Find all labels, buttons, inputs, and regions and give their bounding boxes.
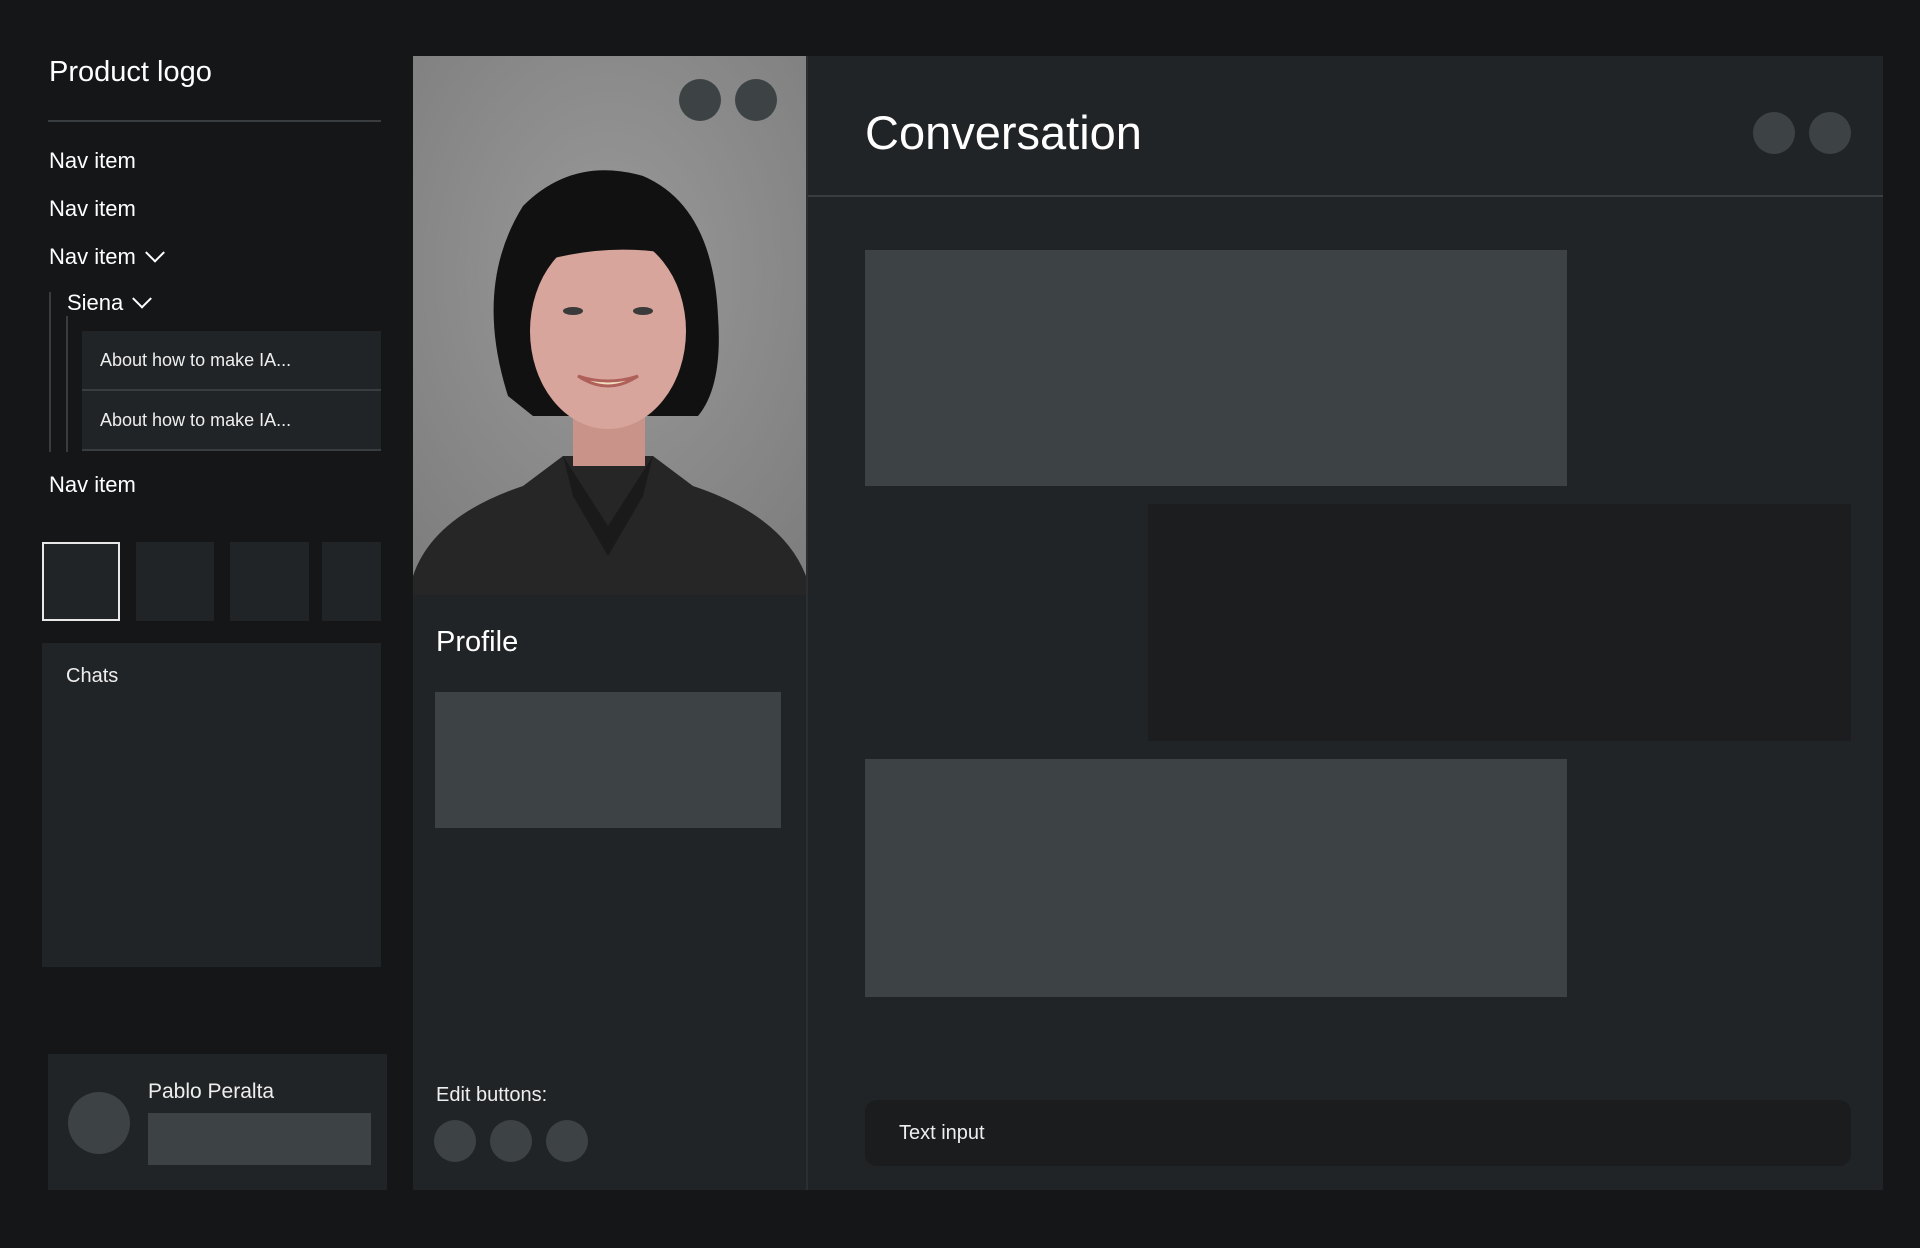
chevron-down-icon [132, 288, 153, 309]
nav-item-label: Nav item [49, 148, 136, 173]
thumbnail-selected[interactable] [42, 542, 120, 621]
tree-line [49, 292, 51, 452]
user-name: Pablo Peralta [148, 1080, 275, 1103]
edit-buttons-label: Edit buttons: [436, 1084, 548, 1106]
message-bubble-incoming [865, 250, 1567, 486]
message-input[interactable]: Text input [865, 1100, 1851, 1166]
profile-panel: Profile Edit buttons: [413, 56, 806, 1190]
chat-item[interactable]: About how to make IA... [82, 391, 381, 451]
edit-button[interactable] [546, 1120, 588, 1162]
conversation-panel: Conversation Text input [806, 56, 1883, 1190]
product-logo[interactable]: Product logo [49, 56, 212, 89]
nav-group-label: Siena [67, 290, 124, 315]
nav-item-4[interactable]: Nav item [49, 472, 136, 498]
tree-line [66, 316, 68, 452]
thumbnail[interactable] [136, 542, 214, 621]
photo-action-button[interactable] [679, 79, 721, 121]
chevron-down-icon [144, 242, 165, 263]
edit-button[interactable] [434, 1120, 476, 1162]
thumbnail[interactable] [230, 542, 309, 621]
user-placeholder [148, 1113, 371, 1165]
avatar-photo [413, 56, 806, 595]
user-card[interactable]: Pablo Peralta [48, 1054, 387, 1190]
avatar [68, 1092, 130, 1154]
nav-item-1[interactable]: Nav item [49, 148, 136, 174]
nav-item-label: Nav item [49, 196, 136, 221]
chats-panel: Chats [42, 643, 381, 967]
message-bubble-outgoing [1148, 504, 1851, 741]
header-action-button[interactable] [1809, 112, 1851, 154]
message-bubble-incoming [865, 759, 1567, 997]
nav-item-label: Nav item [49, 244, 136, 269]
photo-action-button[interactable] [735, 79, 777, 121]
thumbnail[interactable] [322, 542, 381, 621]
person-image [413, 56, 806, 595]
nav-group-siena[interactable]: Siena [67, 288, 153, 316]
profile-heading: Profile [436, 626, 519, 658]
edit-button[interactable] [490, 1120, 532, 1162]
header-action-button[interactable] [1753, 112, 1795, 154]
profile-placeholder [435, 692, 781, 828]
nav-item-3[interactable]: Nav item [49, 242, 165, 270]
sidebar-divider [48, 120, 381, 122]
conversation-title: Conversation [865, 106, 1142, 159]
nav-item-label: Nav item [49, 472, 136, 497]
chats-label: Chats [66, 665, 119, 687]
nav-item-2[interactable]: Nav item [49, 196, 136, 222]
chat-item[interactable]: About how to make IA... [82, 331, 381, 391]
header-divider [808, 195, 1883, 197]
